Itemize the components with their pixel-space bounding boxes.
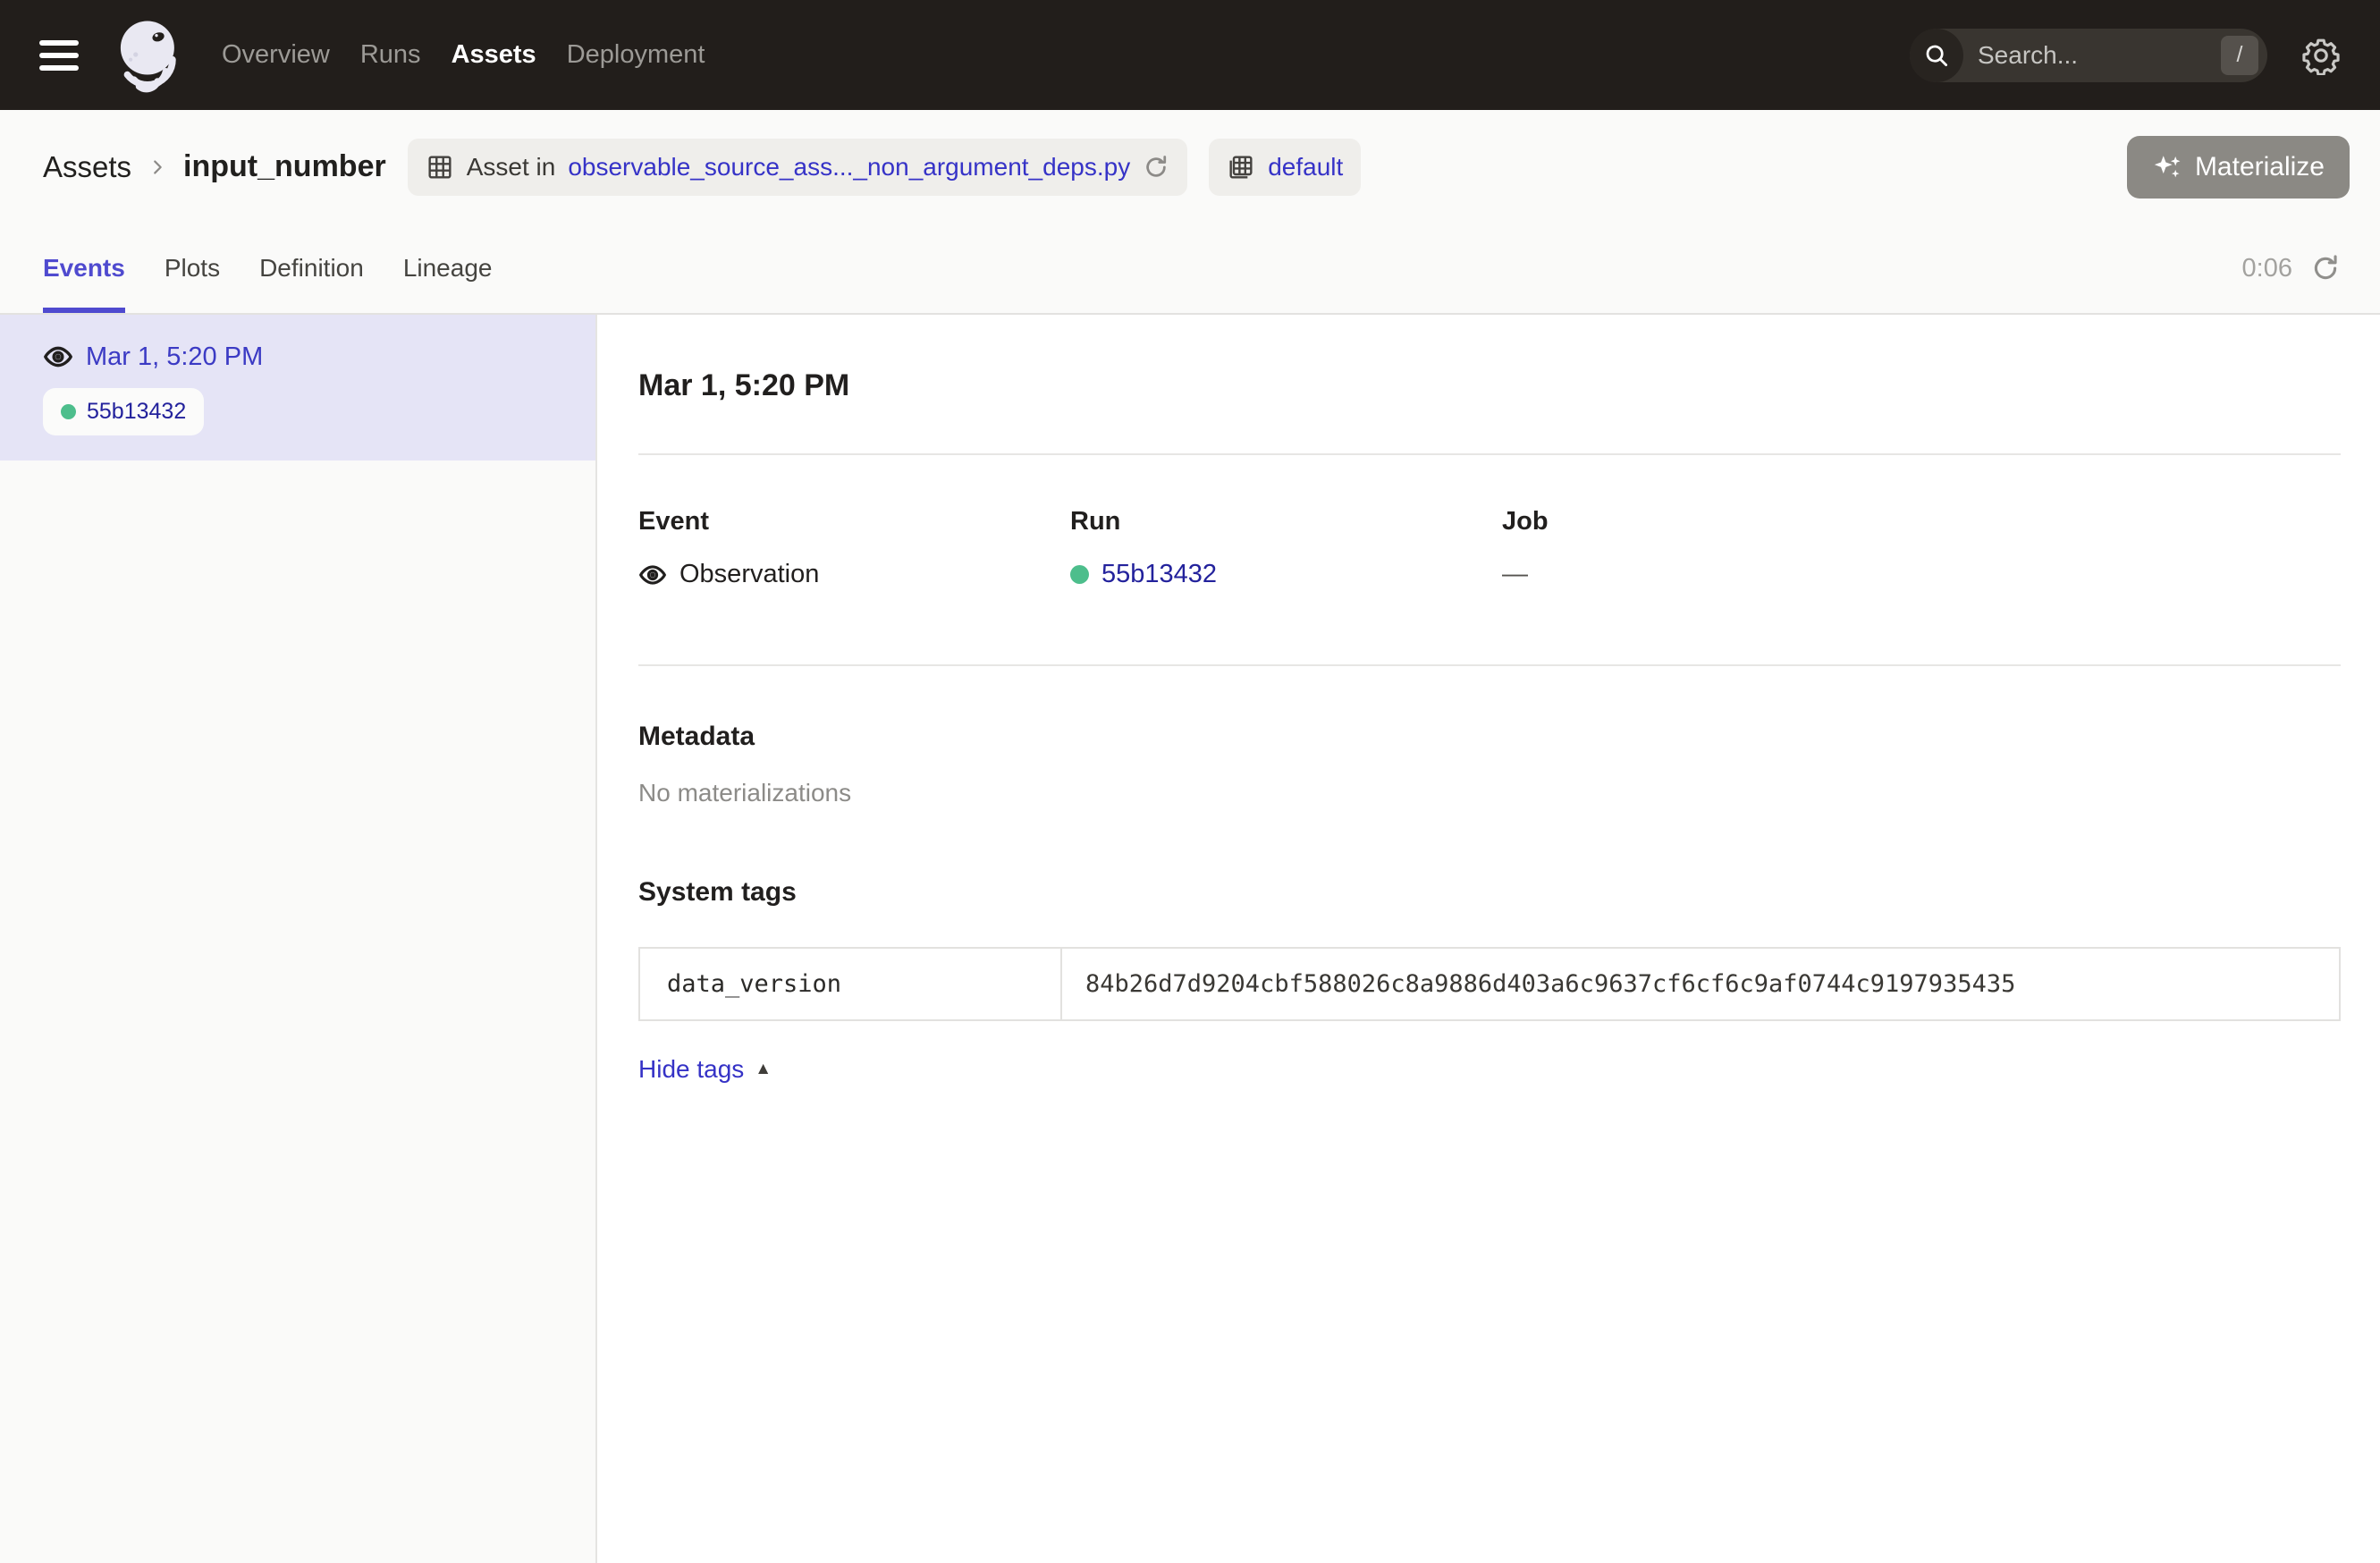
nav-item-assets[interactable]: Assets <box>452 40 536 70</box>
nav-items: Overview Runs Assets Deployment <box>222 40 705 70</box>
event-timestamp: Mar 1, 5:20 PM <box>86 342 263 372</box>
divider <box>638 664 2341 666</box>
page-title: input_number <box>183 149 386 184</box>
dagster-app: Overview Runs Assets Deployment / Assets <box>0 0 2380 1563</box>
code-location-chip: default <box>1209 139 1361 196</box>
dagster-logo[interactable] <box>105 14 186 97</box>
table-grid-icon <box>426 153 454 182</box>
event-detail-panel: Mar 1, 5:20 PM Event Observation <box>597 315 2380 1563</box>
summary-job-col: Job — <box>1502 507 1934 589</box>
nav-item-runs[interactable]: Runs <box>360 40 421 70</box>
breadcrumb: Assets input_number <box>43 149 386 184</box>
menu-button[interactable] <box>39 40 79 71</box>
observation-eye-icon <box>43 342 73 372</box>
run-status-dot <box>1070 565 1089 584</box>
run-column-label: Run <box>1070 507 1502 536</box>
event-detail-title: Mar 1, 5:20 PM <box>638 368 2341 403</box>
tab-definition[interactable]: Definition <box>259 224 364 313</box>
tab-events[interactable]: Events <box>43 224 125 313</box>
job-empty-value: — <box>1502 560 1528 589</box>
system-tags-table: data_version 84b26d7d9204cbf588026c8a988… <box>638 947 2341 1021</box>
nav-item-overview[interactable]: Overview <box>222 40 330 70</box>
event-summary: Event Observation Run 55b13432 <box>638 507 2341 589</box>
job-column-label: Job <box>1502 507 1934 536</box>
search-bar[interactable]: / <box>1910 29 2267 82</box>
page-header: Assets input_number Asset in observable_… <box>0 110 2380 224</box>
summary-run-col: Run 55b13432 <box>1070 507 1502 589</box>
event-list-sidebar: Mar 1, 5:20 PM 55b13432 <box>0 315 597 1563</box>
top-navigation: Overview Runs Assets Deployment / <box>0 0 2380 110</box>
caret-up-icon: ▲ <box>755 1060 772 1079</box>
code-location-link[interactable]: default <box>1268 153 1343 182</box>
event-column-label: Event <box>638 507 1070 536</box>
summary-event-col: Event Observation <box>638 507 1070 589</box>
repo-grid-icon <box>1227 153 1255 182</box>
materialize-label: Materialize <box>2195 152 2325 182</box>
system-tags-heading: System tags <box>638 877 2341 908</box>
breadcrumb-assets-link[interactable]: Assets <box>43 150 131 184</box>
nav-item-deployment[interactable]: Deployment <box>567 40 705 70</box>
settings-gear-icon[interactable] <box>2301 36 2341 75</box>
run-status-dot <box>61 404 76 419</box>
reload-definition-icon[interactable] <box>1143 154 1169 181</box>
search-icon <box>1910 29 1963 82</box>
observation-eye-icon <box>638 561 667 589</box>
tab-lineage[interactable]: Lineage <box>403 224 493 313</box>
event-list-item[interactable]: Mar 1, 5:20 PM 55b13432 <box>0 315 595 460</box>
tag-key-cell: data_version <box>640 949 1062 1019</box>
refresh-group: 0:06 <box>2242 224 2341 313</box>
metadata-empty-text: No materializations <box>638 779 2341 807</box>
refresh-icon[interactable] <box>2310 253 2341 283</box>
events-view: Mar 1, 5:20 PM 55b13432 Mar 1, 5:20 PM E… <box>0 315 2380 1563</box>
sparkles-icon <box>2152 152 2182 182</box>
asset-file-link[interactable]: observable_source_ass..._non_argument_de… <box>568 153 1130 182</box>
refresh-timer: 0:06 <box>2242 254 2292 283</box>
run-badge[interactable]: 55b13432 <box>43 388 204 435</box>
chevron-right-icon <box>148 157 167 177</box>
hide-tags-label: Hide tags <box>638 1055 744 1084</box>
metadata-heading: Metadata <box>638 722 2341 752</box>
search-input[interactable] <box>1963 41 2221 70</box>
materialize-button[interactable]: Materialize <box>2127 136 2350 199</box>
event-type-value: Observation <box>679 560 819 589</box>
hide-tags-toggle[interactable]: Hide tags ▲ <box>638 1055 772 1084</box>
tab-plots[interactable]: Plots <box>165 224 220 313</box>
tag-value-cell: 84b26d7d9204cbf588026c8a9886d403a6c9637c… <box>1062 949 2339 1019</box>
asset-tabs: Events Plots Definition Lineage 0:06 <box>0 224 2380 315</box>
asset-definition-chip: Asset in observable_source_ass..._non_ar… <box>408 139 1187 196</box>
run-id-link[interactable]: 55b13432 <box>1101 560 1217 589</box>
divider <box>638 453 2341 455</box>
search-shortcut-key: / <box>2221 36 2258 75</box>
asset-in-label: Asset in <box>467 153 556 182</box>
run-id: 55b13432 <box>87 399 186 425</box>
